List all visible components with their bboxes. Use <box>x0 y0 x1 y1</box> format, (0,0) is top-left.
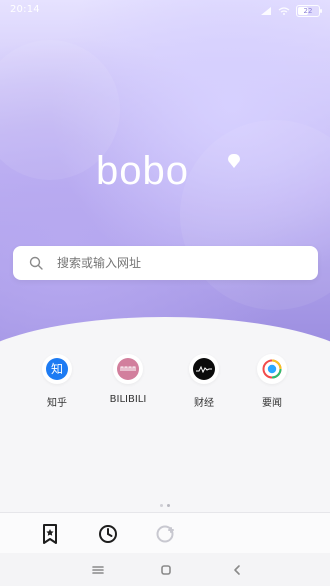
browser-home-screen: 20:14 22 bobo 搜索或输入网址 知 知乎 BILIBILI 财经 要… <box>0 0 330 586</box>
finance-icon <box>189 354 219 384</box>
shortcut-label: 要闻 <box>262 398 282 409</box>
bookmark-icon <box>43 524 57 544</box>
add-tab-button[interactable] <box>153 521 179 547</box>
shortcut-label: 知乎 <box>47 398 67 409</box>
brand-logo: bobo <box>96 146 241 196</box>
home-icon[interactable] <box>156 561 176 579</box>
zhihu-icon: 知 <box>42 354 72 384</box>
battery-text: 22 <box>303 7 313 15</box>
finance-line <box>196 365 212 373</box>
history-icon <box>99 525 117 543</box>
search-input[interactable] <box>47 246 327 280</box>
system-navbar <box>0 553 330 586</box>
status-time: 20:14 <box>10 4 40 15</box>
bookmarks-button[interactable] <box>37 521 63 547</box>
shortcut-zhihu[interactable]: 知 知乎 <box>17 354 97 424</box>
add-tab-icon <box>156 525 174 543</box>
brand-logo-text: bobo <box>96 149 189 193</box>
battery-cap <box>320 9 322 13</box>
chat-bubble-icon <box>228 154 240 168</box>
shortcut-bilibili[interactable]: BILIBILI <box>88 354 168 424</box>
status-bar: 20:14 22 <box>0 0 330 22</box>
history-button[interactable] <box>95 521 121 547</box>
headlines-mark <box>262 359 282 379</box>
headlines-icon <box>257 354 287 384</box>
search-icon <box>29 256 43 270</box>
page-dot-2 <box>167 504 170 507</box>
bilibili-mark <box>120 366 136 371</box>
bottom-toolbar <box>0 512 330 553</box>
search-bar[interactable] <box>13 246 327 280</box>
shortcut-grid: 知 知乎 BILIBILI 财经 要闻 <box>0 354 330 424</box>
page-dot-1 <box>160 504 163 507</box>
shortcut-headlines[interactable]: 要闻 <box>232 354 312 424</box>
bilibili-icon <box>113 354 143 384</box>
back-icon[interactable] <box>227 561 247 579</box>
shortcut-label: BILIBILI <box>109 394 147 405</box>
signal-icon <box>261 7 271 15</box>
page-indicator <box>0 504 330 510</box>
status-icons: 22 <box>260 5 322 17</box>
wifi-icon <box>278 7 290 15</box>
battery-icon: 22 <box>296 5 322 17</box>
menu-icon[interactable] <box>88 561 108 579</box>
zhihu-badge: 知 <box>46 358 68 380</box>
